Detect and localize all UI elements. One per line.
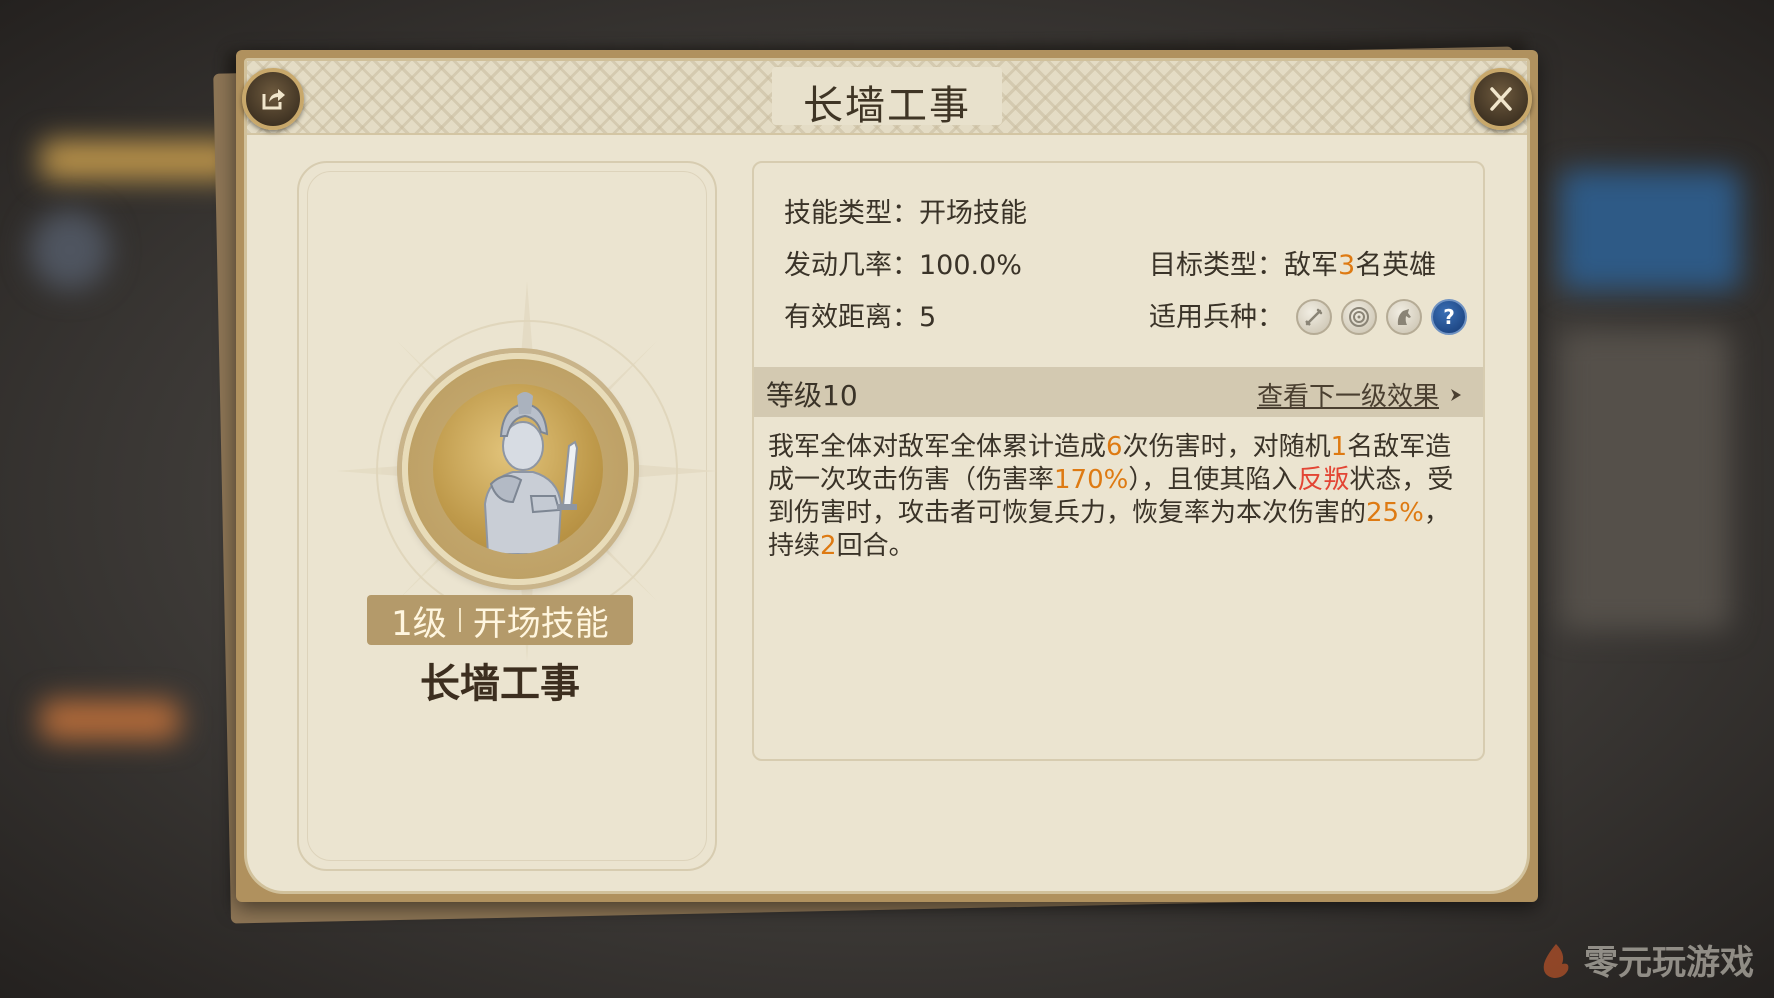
watermark: 零元玩游戏 (1536, 935, 1754, 984)
horse-icon[interactable] (1386, 299, 1422, 335)
background-blur-left-bar (40, 140, 240, 180)
skill-type-row: 技能类型：开场技能 (784, 191, 1027, 230)
troop-type-row: 适用兵种： (1149, 295, 1284, 334)
skill-description: 我军全体对敌军全体累计造成6次伤害时，对随机1名敌军造成一次攻击伤害（伤害率17… (768, 431, 1468, 563)
next-level-link-text[interactable]: 查看下一级效果 (1257, 376, 1439, 413)
trigger-rate-label: 发动几率： (784, 250, 919, 281)
skill-portrait-frame (402, 353, 634, 585)
desc-text: 次伤害时，对随机 (1122, 432, 1331, 462)
desc-number: 25% (1366, 498, 1424, 528)
background-blur-right-panel (1560, 170, 1740, 290)
background-blur-right-panel-2 (1560, 330, 1730, 630)
background-blur-left-orb (30, 210, 110, 290)
desc-number: 2 (820, 531, 837, 561)
title-bar: 长墙工事 (247, 61, 1527, 135)
question-icon[interactable]: ? (1431, 299, 1467, 335)
target-suffix: 名英雄 (1355, 250, 1437, 281)
desc-text: 回合。 (836, 531, 915, 561)
dialog-body: 长墙工事 1级 开场技能 长墙工事 技能类型：开场技能 发动几率：100.0% … (244, 58, 1530, 894)
skill-dialog: 长墙工事 1级 开场技能 长墙工事 技能类型：开场技能 发动几率：100.0% … (236, 50, 1538, 902)
share-icon (262, 89, 285, 110)
soldier-portrait (433, 384, 603, 554)
range-value: 5 (919, 302, 937, 333)
skill-kind-text: 开场技能 (472, 603, 609, 644)
trigger-rate-value: 100.0% (919, 250, 1022, 281)
dialog-title: 长墙工事 (803, 83, 971, 129)
target-icon[interactable] (1341, 299, 1377, 335)
trigger-rate-row: 发动几率：100.0% (784, 243, 1022, 282)
troop-type-icons: ? (1296, 299, 1467, 335)
badge-separator (458, 608, 461, 632)
range-label: 有效距离： (784, 302, 919, 333)
skill-level-text: 1级 (391, 603, 447, 644)
target-prefix: 敌军 (1284, 250, 1338, 281)
skill-level-label: 等级10 (766, 379, 858, 412)
skill-info-panel: 技能类型：开场技能 发动几率：100.0% 目标类型：敌军3名英雄 有效距离：5… (752, 161, 1485, 761)
close-icon (1490, 87, 1512, 111)
desc-text: 我军全体对敌军全体累计造成 (768, 432, 1107, 462)
target-type-label: 目标类型： (1149, 250, 1284, 281)
skill-name-label: 长墙工事 (420, 661, 580, 707)
desc-status-keyword: 反叛 (1297, 465, 1350, 495)
flame-logo-icon (1543, 943, 1569, 978)
soldier-icon (483, 392, 579, 554)
skill-type-value: 开场技能 (919, 198, 1027, 229)
background-blur-left-tag (40, 700, 180, 740)
troop-type-label: 适用兵种： (1149, 302, 1284, 333)
watermark-text: 零元玩游戏 (1584, 943, 1754, 983)
arrow-right-icon (1451, 388, 1461, 401)
share-button[interactable] (242, 68, 304, 130)
level-bar: 等级10 查看下一级效果 (754, 367, 1483, 417)
sword-icon[interactable] (1296, 299, 1332, 335)
skill-type-label: 技能类型： (784, 198, 919, 229)
skill-level-badge: 1级 开场技能 (367, 595, 633, 645)
next-level-link[interactable]: 查看下一级效果 (1257, 376, 1465, 413)
target-count: 3 (1338, 250, 1356, 281)
desc-number: 6 (1106, 432, 1123, 462)
close-button[interactable] (1470, 68, 1532, 130)
desc-number: 1 (1330, 432, 1348, 462)
target-type-row: 目标类型：敌军3名英雄 (1149, 243, 1436, 282)
range-row: 有效距离：5 (784, 295, 936, 334)
desc-text: ），且使其陷入 (1128, 465, 1298, 495)
desc-number: 170% (1054, 465, 1129, 495)
